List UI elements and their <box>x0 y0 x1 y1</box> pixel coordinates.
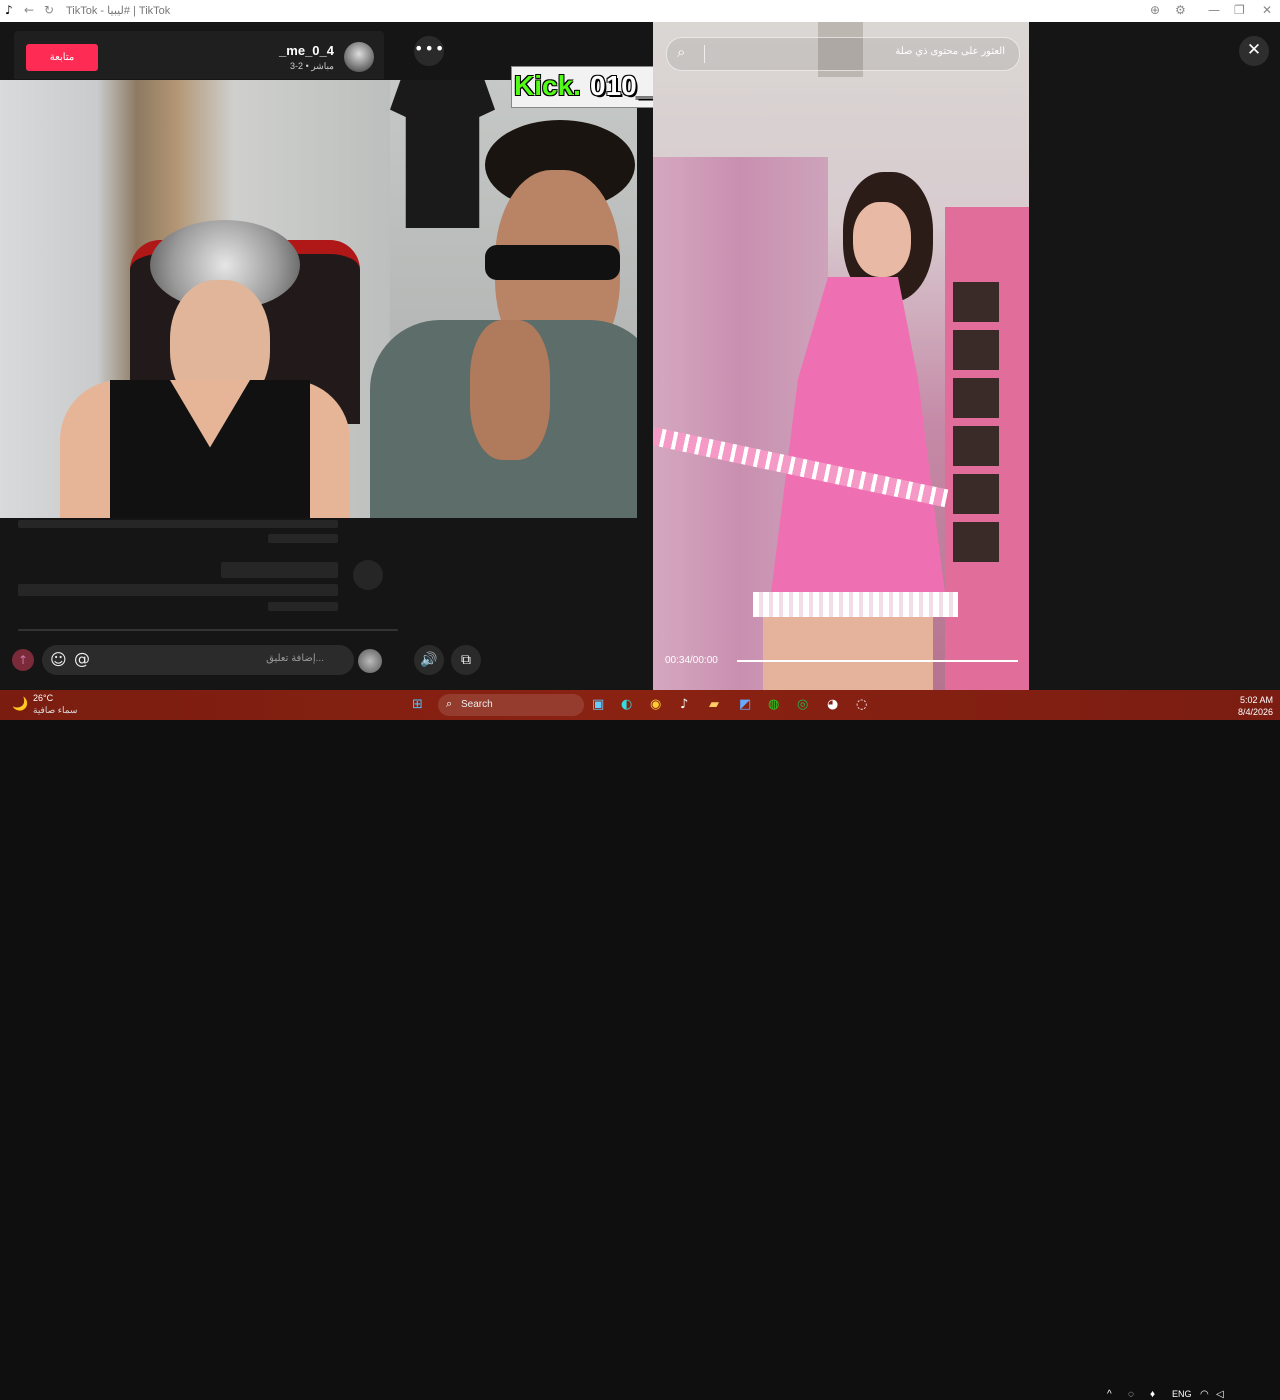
follow-button[interactable]: متابعة <box>26 44 98 71</box>
search-icon[interactable]: ⌕ <box>677 43 685 61</box>
sync-icon[interactable]: ◌ <box>1128 1389 1134 1400</box>
man-hand <box>470 320 550 460</box>
windows-taskbar: 🌙 ⊞ ⌕ Search ▣ ◐ ◉ ♪ ▰ ◩ ◍ ◎ ◕ ◌ ^ ◌ ♦ E… <box>0 690 1280 1400</box>
settings-icon[interactable]: ⚙ <box>1175 3 1186 17</box>
comment-bar: ↑ ☺ @ إضافة تعليق... <box>0 631 400 690</box>
video-progress-fill <box>737 660 1018 662</box>
host-avatar[interactable] <box>344 42 374 72</box>
zoom-icon[interactable]: ⊕ <box>1150 3 1160 17</box>
mic-icon[interactable]: ♦ <box>1150 1389 1155 1400</box>
edge-icon[interactable]: ◐ <box>621 697 632 712</box>
language-indicator[interactable]: ENG <box>1172 1389 1192 1399</box>
chrome-icon[interactable]: ◉ <box>650 697 661 712</box>
taskbar-search[interactable]: ⌕ Search <box>438 694 584 716</box>
comment-skeleton <box>268 534 338 543</box>
wifi-icon[interactable]: ◠ <box>1200 1389 1209 1400</box>
window-title: TikTok - ليبيا# | TikTok <box>66 5 171 17</box>
comment-skeleton <box>18 520 338 528</box>
search-placeholder: العثور على محتوى ذي صلة <box>895 46 1005 57</box>
host-name[interactable]: _me_0_4 <box>279 43 334 58</box>
clock-time[interactable]: 5:02 AM <box>1240 695 1273 705</box>
recommended-video[interactable] <box>653 22 1029 690</box>
camera-feed-left <box>0 80 390 518</box>
weather-icon[interactable]: 🌙 <box>12 697 28 712</box>
app-icon[interactable]: ◌ <box>856 697 867 712</box>
tiktok-icon: ♪ <box>5 3 13 17</box>
comment-avatar-skeleton <box>353 560 383 590</box>
messi-jersey <box>390 80 495 228</box>
dancer-face <box>853 202 911 277</box>
comment-input[interactable]: ☺ @ إضافة تعليق... <box>42 645 354 675</box>
clock-date[interactable]: 8/4/2026 <box>1238 707 1273 717</box>
speaker-icon[interactable]: ◁ <box>1216 1389 1224 1400</box>
tiktok-taskbar-icon[interactable]: ♪ <box>680 697 688 712</box>
video-progress-bar[interactable] <box>737 660 1018 662</box>
search-icon: ⌕ <box>446 697 453 710</box>
more-options-button[interactable]: ••• <box>414 36 444 66</box>
refresh-icon[interactable]: ↻ <box>44 3 54 17</box>
close-icon[interactable]: ✕ <box>1262 3 1272 17</box>
kick-logo-text: Kick. <box>514 70 581 101</box>
minimize-icon[interactable]: — <box>1208 3 1220 17</box>
spotify-icon[interactable]: ◎ <box>797 697 808 712</box>
live-video[interactable] <box>0 80 637 518</box>
user-avatar[interactable] <box>358 649 382 673</box>
video-time: 00:34/00:00 <box>665 655 718 666</box>
live-header: متابعة _me_0_4 مباشر • 2-3 <box>14 31 384 79</box>
volume-icon[interactable]: 🔊 <box>414 645 444 675</box>
back-icon[interactable]: ← <box>24 3 34 17</box>
comment-skeleton <box>221 562 338 578</box>
bookshelf-books <box>953 282 999 562</box>
obs-icon[interactable]: ◕ <box>827 697 838 712</box>
search-divider <box>704 45 705 63</box>
dancer-legs <box>763 617 933 690</box>
dress-lace <box>753 592 958 617</box>
related-search-input[interactable]: ⌕ العثور على محتوى ذي صلة <box>666 37 1020 71</box>
comment-placeholder: إضافة تعليق... <box>266 653 324 664</box>
whatsapp-icon[interactable]: ◍ <box>768 697 779 712</box>
window-titlebar: ♪ ← ↻ TikTok - ليبيا# | TikTok ⊕ ⚙ — ❐ ✕ <box>0 0 1280 22</box>
taskbar-search-label: Search <box>461 699 493 710</box>
close-viewer-button[interactable]: ✕ <box>1239 36 1269 66</box>
folder-icon[interactable]: ▰ <box>709 697 719 712</box>
at-icon[interactable]: @ <box>74 649 90 668</box>
comment-skeleton <box>268 602 338 611</box>
photos-icon[interactable]: ◩ <box>739 697 751 712</box>
app-store-icon[interactable]: ▣ <box>592 697 604 712</box>
weather-temp: 26°C <box>33 693 54 703</box>
tray-expand-icon[interactable]: ^ <box>1107 1389 1112 1400</box>
restore-icon[interactable]: ❐ <box>1234 3 1245 17</box>
comment-skeleton <box>18 584 338 596</box>
host-subtitle: مباشر • 2-3 <box>290 61 334 71</box>
camera-feed-right <box>370 80 637 518</box>
windows-icon[interactable]: ⊞ <box>412 697 423 712</box>
send-icon[interactable]: ↑ <box>12 649 34 671</box>
sunglasses <box>485 245 620 280</box>
pip-icon[interactable]: ⧉ <box>451 645 481 675</box>
weather-desc: سماء صافية <box>33 705 78 715</box>
emoji-icon[interactable]: ☺ <box>50 650 67 669</box>
